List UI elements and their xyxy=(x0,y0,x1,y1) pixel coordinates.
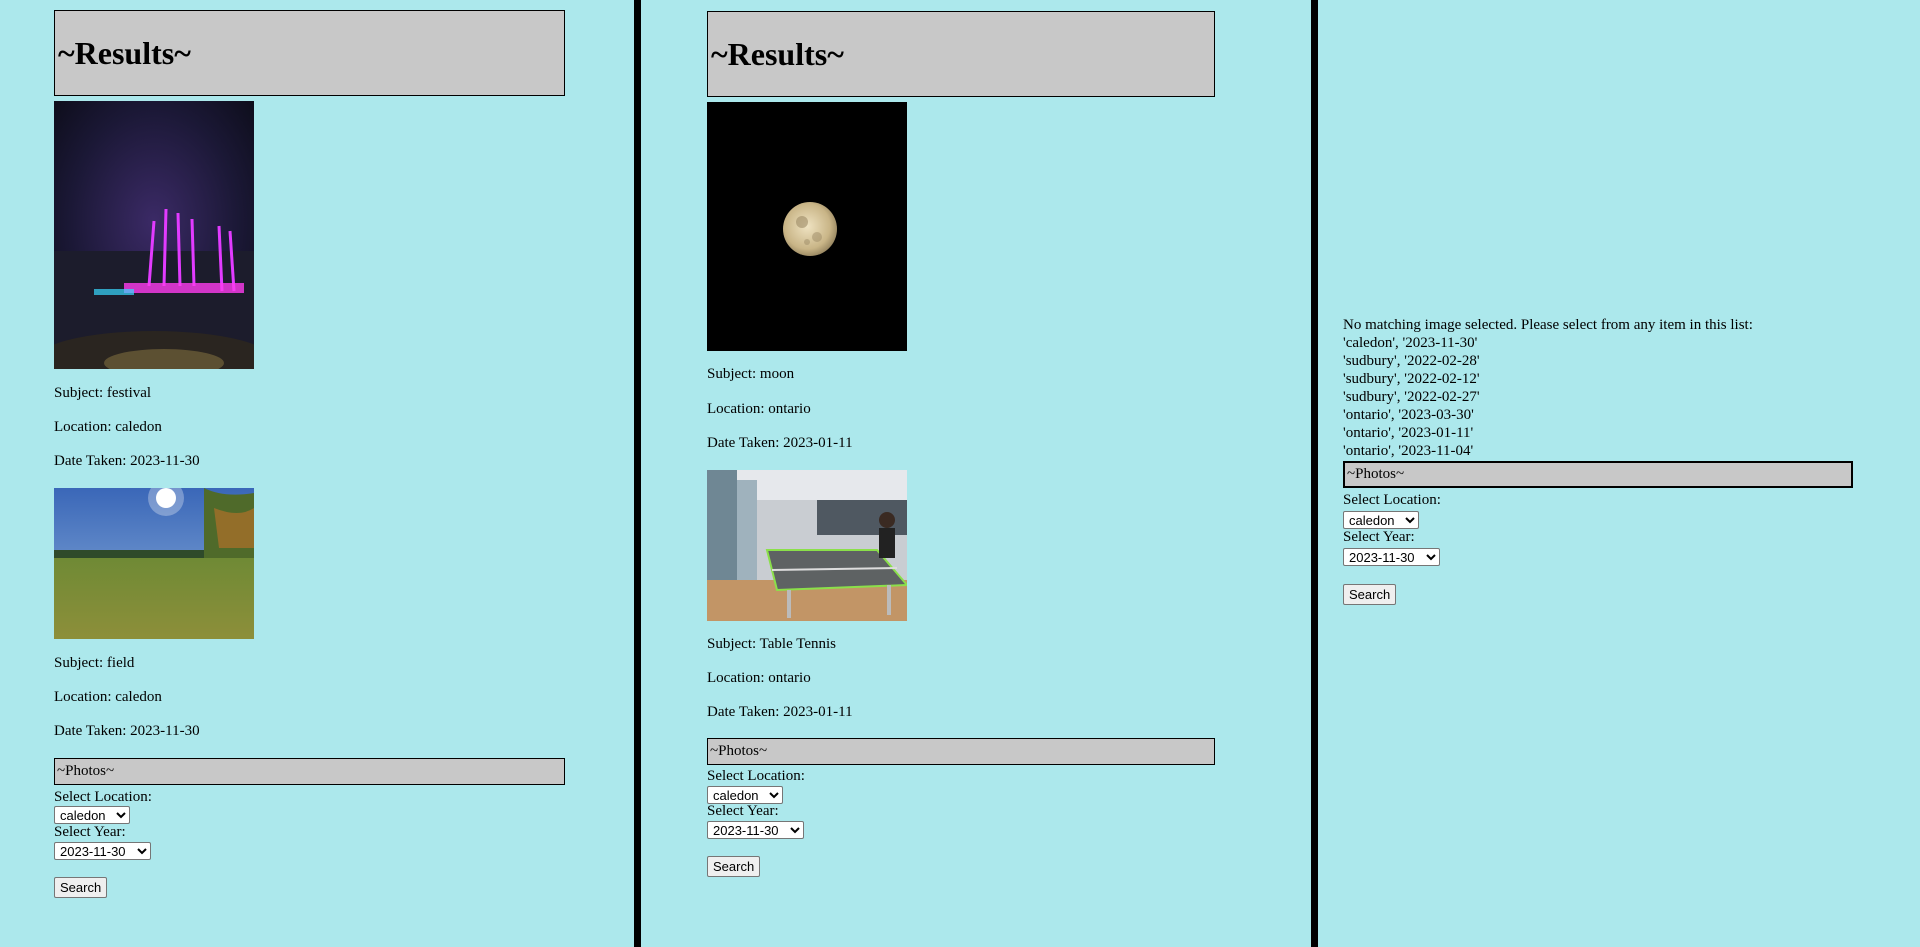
festival-photo xyxy=(54,101,254,369)
year-select[interactable]: 2023-11-30 xyxy=(54,842,151,860)
photo-date: Date Taken: 2023-01-11 xyxy=(707,704,853,720)
list-item: 'sudbury', '2022-02-28' xyxy=(1343,353,1480,369)
photos-heading: ~Photos~ xyxy=(1343,461,1853,488)
search-button[interactable]: Search xyxy=(54,877,108,898)
panel-divider xyxy=(1311,0,1318,947)
search-button[interactable]: Search xyxy=(707,856,761,877)
table-tennis-photo xyxy=(707,470,907,621)
year-select[interactable]: 2023-11-30 xyxy=(707,821,804,839)
list-item: 'caledon', '2023-11-30' xyxy=(1343,335,1478,351)
location-select[interactable]: caledon xyxy=(1343,511,1419,529)
photo-date: Date Taken: 2023-11-30 xyxy=(54,453,200,469)
field-photo xyxy=(54,488,254,639)
photos-heading: ~Photos~ xyxy=(54,758,565,785)
photo-subject: Subject: field xyxy=(54,655,135,671)
list-item: 'sudbury', '2022-02-27' xyxy=(1343,389,1480,405)
year-select[interactable]: 2023-11-30 xyxy=(1343,548,1440,566)
search-button[interactable]: Search xyxy=(1343,584,1397,605)
photo-subject: Subject: festival xyxy=(54,385,152,401)
location-label: Select Location: xyxy=(1343,492,1441,508)
photo-location: Location: ontario xyxy=(707,670,811,686)
photo-location: Location: ontario xyxy=(707,401,811,417)
results-heading: ~Results~ xyxy=(707,11,1215,97)
location-label: Select Location: xyxy=(54,789,152,805)
photo-location: Location: caledon xyxy=(54,419,162,435)
panel-divider xyxy=(634,0,641,947)
photo-subject: Subject: moon xyxy=(707,366,795,382)
year-label: Select Year: xyxy=(1343,529,1415,545)
year-label: Select Year: xyxy=(54,824,126,840)
moon-photo xyxy=(707,102,907,351)
photos-heading: ~Photos~ xyxy=(707,738,1215,765)
list-item: 'sudbury', '2022-02-12' xyxy=(1343,371,1480,387)
photo-location: Location: caledon xyxy=(54,689,162,705)
location-select[interactable]: caledon xyxy=(707,786,783,804)
location-label: Select Location: xyxy=(707,768,805,784)
photo-subject: Subject: Table Tennis xyxy=(707,636,836,652)
photo-date: Date Taken: 2023-11-30 xyxy=(54,723,200,739)
list-item: 'ontario', '2023-11-04' xyxy=(1343,443,1474,459)
selection-panel: No matching image selected. Please selec… xyxy=(1318,0,1920,947)
year-label: Select Year: xyxy=(707,803,779,819)
location-select[interactable]: caledon xyxy=(54,806,130,824)
photo-date: Date Taken: 2023-01-11 xyxy=(707,435,853,451)
list-item: 'ontario', '2023-03-30' xyxy=(1343,407,1474,423)
results-heading: ~Results~ xyxy=(54,10,565,96)
results-panel-2: ~Results~ Subject: moon Location: ontari… xyxy=(641,0,1311,947)
no-match-message: No matching image selected. Please selec… xyxy=(1343,317,1753,333)
list-item: 'ontario', '2023-01-11' xyxy=(1343,425,1474,441)
results-panel-1: ~Results~ Subject: festival Location: ca… xyxy=(0,0,634,947)
